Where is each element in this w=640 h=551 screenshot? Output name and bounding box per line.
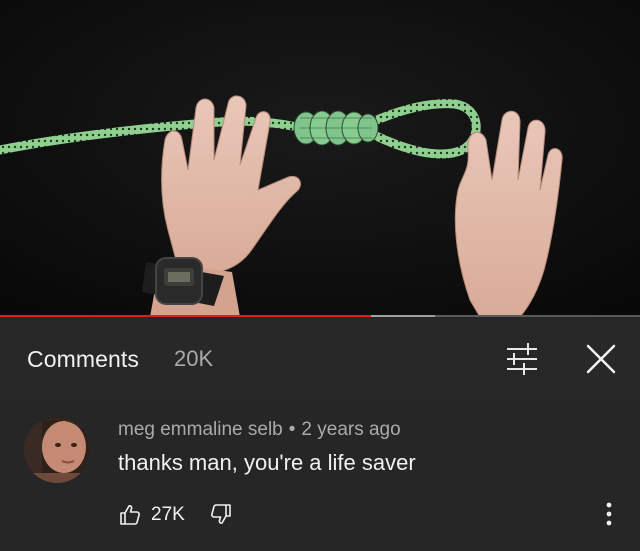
comment-author[interactable]: meg emmaline selb — [118, 419, 283, 440]
avatar[interactable] — [24, 417, 90, 483]
progress-played — [0, 315, 372, 317]
comment-meta: meg emmaline selb • 2 years ago — [118, 419, 401, 441]
comments-count: 20K — [174, 346, 214, 371]
comment-time: 2 years ago — [301, 419, 401, 440]
thumbs-down-icon — [211, 504, 231, 524]
sliders-icon — [507, 343, 537, 375]
like-count: 27K — [151, 504, 185, 525]
more-vert-icon — [606, 502, 612, 526]
meta-separator: • — [288, 419, 296, 440]
video-frame-image — [0, 0, 640, 317]
like-button[interactable]: 27K — [118, 502, 185, 528]
thumbs-up-icon — [120, 505, 140, 525]
comment-text: thanks man, you're a life saver — [118, 450, 416, 475]
close-button[interactable] — [582, 340, 620, 378]
close-icon — [586, 344, 616, 374]
comment-more-button[interactable] — [596, 498, 622, 530]
comments-title: Comments — [27, 346, 139, 372]
dislike-button[interactable] — [209, 502, 235, 528]
sort-filter-button[interactable] — [502, 341, 542, 377]
video-progress-bar[interactable] — [0, 315, 640, 317]
avatar-image — [24, 417, 90, 483]
video-player[interactable] — [0, 0, 640, 317]
